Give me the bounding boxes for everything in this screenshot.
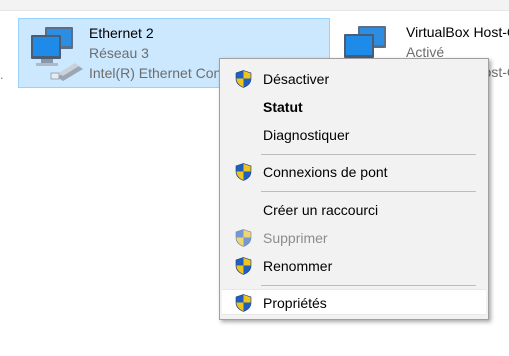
menu-item-label: Renommer — [263, 258, 333, 274]
menu-item-desactiver[interactable]: Désactiver — [222, 66, 486, 92]
menu-separator — [261, 285, 476, 286]
menu-item-creer-raccourci[interactable]: Créer un raccourci — [222, 197, 486, 223]
menu-item-label: Créer un raccourci — [263, 202, 379, 218]
menu-item-diagnostiquer[interactable]: Diagnostiquer — [222, 122, 486, 148]
uac-shield-icon — [235, 294, 252, 312]
menu-item-renommer[interactable]: Renommer — [222, 253, 486, 279]
menu-item-connexions-de-pont[interactable]: Connexions de pont — [222, 159, 486, 185]
menu-item-label: Désactiver — [263, 71, 330, 87]
uac-shield-icon — [235, 229, 252, 247]
adapter-name: Ethernet 2 — [89, 25, 154, 41]
menu-item-proprietes[interactable]: Propriétés — [222, 289, 486, 315]
menu-item-label: Propriétés — [263, 295, 327, 311]
top-border — [0, 0, 509, 11]
menu-item-label: Diagnostiquer — [263, 127, 350, 143]
scroll-marker: . — [0, 68, 4, 82]
menu-item-label: Connexions de pont — [263, 164, 388, 180]
context-menu: Désactiver Statut Diagnostiquer Connexio… — [219, 58, 489, 320]
uac-shield-icon — [235, 257, 252, 275]
menu-item-statut[interactable]: Statut — [222, 94, 486, 120]
menu-separator — [261, 191, 476, 192]
network-adapter-icon — [27, 25, 85, 81]
menu-item-supprimer[interactable]: Supprimer — [222, 225, 486, 251]
uac-shield-icon — [235, 70, 252, 88]
menu-separator — [261, 154, 476, 155]
adapter-name: VirtualBox Host-Only Network — [406, 24, 509, 40]
menu-item-label: Supprimer — [263, 230, 328, 246]
uac-shield-icon — [235, 163, 252, 181]
menu-item-label: Statut — [263, 99, 303, 115]
